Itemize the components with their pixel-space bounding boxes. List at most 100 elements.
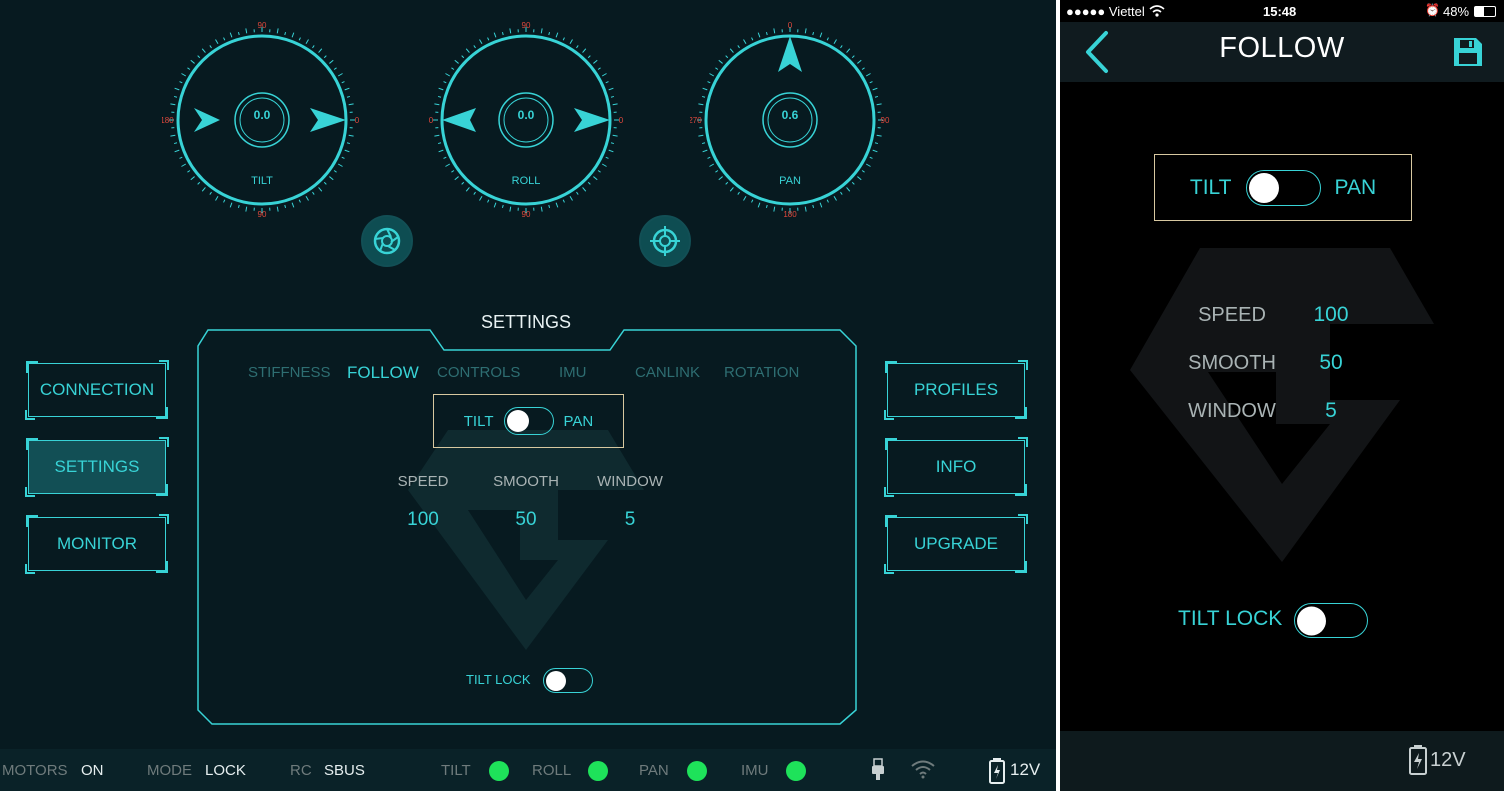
dial-tick <box>608 87 614 91</box>
dial-tick <box>479 39 483 45</box>
roll-dial-label: ROLL <box>511 175 541 187</box>
aperture-button[interactable] <box>361 215 413 267</box>
dial-tick <box>773 206 776 212</box>
motors-label: MOTORS <box>2 762 68 779</box>
dial-tick <box>179 81 183 84</box>
connection-button[interactable]: CONNECTION <box>25 360 169 420</box>
dial-tick <box>601 163 607 167</box>
dial-tick <box>209 191 212 195</box>
motors-value[interactable]: ON <box>81 762 104 779</box>
dial-tick <box>197 55 201 59</box>
dial-tick <box>765 31 768 36</box>
dial-tick <box>737 191 740 195</box>
info-button[interactable]: INFO <box>884 437 1028 497</box>
dial-tick <box>434 134 440 137</box>
dial-tick <box>174 149 180 153</box>
smooth-label: SMOOTH <box>1188 352 1276 374</box>
dial-tick <box>562 199 565 203</box>
axis-toggle-right-label: PAN <box>1334 175 1377 199</box>
dial-tick <box>840 45 843 49</box>
axis-toggle-switch[interactable] <box>1245 169 1321 206</box>
smooth-value[interactable]: 50 <box>1291 351 1371 375</box>
dial-tick <box>170 103 176 106</box>
tab-rotation[interactable]: ROTATION <box>724 364 799 381</box>
dial-tick <box>576 191 579 195</box>
dial-tick <box>348 134 354 137</box>
connection-label: CONNECTION <box>39 380 155 399</box>
dial-cardinal-label: 90 <box>881 116 890 125</box>
profiles-label: PROFILES <box>913 380 999 399</box>
tab-follow[interactable]: FOLLOW <box>347 363 419 383</box>
tab-stiffness[interactable]: STIFFNESS <box>248 364 331 381</box>
dial-tick <box>190 59 195 64</box>
dial-tick <box>501 31 504 36</box>
window-value[interactable]: 5 <box>1291 399 1371 423</box>
dial-tick <box>555 32 559 38</box>
dial-cardinal-label: 90 <box>258 210 267 219</box>
dial-tick <box>509 28 512 34</box>
dial-tick <box>826 37 829 41</box>
roll-dial-value: 0.0 <box>517 108 535 122</box>
dial-tick <box>869 81 873 84</box>
tilt-lock-switch[interactable] <box>1294 603 1368 638</box>
target-button[interactable] <box>639 215 691 267</box>
tilt-dial: 90 90 180 0 0.0 TILT <box>162 20 362 220</box>
dial-tick <box>201 187 206 192</box>
dial-tick <box>438 87 444 91</box>
window-value[interactable]: 5 <box>580 509 680 531</box>
dial-tick <box>874 142 879 145</box>
tablet-screen: 90 90 180 0 0.0 TILT 90 90 0 0 0.0 ROLL 0 180 27… <box>0 0 1056 791</box>
dial-tick <box>276 206 279 212</box>
back-arrow-icon[interactable] <box>1082 30 1112 74</box>
tilt-lock-label: TILT LOCK <box>1178 607 1283 630</box>
dial-tick <box>454 59 459 64</box>
tab-imu[interactable]: IMU <box>559 364 587 381</box>
upgrade-button[interactable]: UPGRADE <box>884 514 1028 574</box>
dial-tick <box>737 45 740 49</box>
smooth-value[interactable]: 50 <box>476 509 576 531</box>
dial-tick <box>587 55 591 59</box>
dial-tick <box>209 45 212 49</box>
dial-tick <box>305 195 309 201</box>
dial-tick <box>804 206 807 212</box>
mode-value[interactable]: LOCK <box>205 762 246 779</box>
dial-tick <box>229 32 233 38</box>
dial-tick <box>344 149 350 153</box>
dial-tick <box>197 181 201 185</box>
monitor-button[interactable]: MONITOR <box>25 514 169 574</box>
pan-dial-label: PAN <box>779 175 801 187</box>
dial-tick <box>318 187 323 192</box>
dial-tick <box>461 55 465 59</box>
tab-canlink[interactable]: CANLINK <box>635 364 700 381</box>
dial-tick <box>725 181 729 185</box>
dial-tick <box>569 195 573 201</box>
settings-button[interactable]: SETTINGS <box>25 437 169 497</box>
tab-controls[interactable]: CONTROLS <box>437 364 520 381</box>
battery-icon <box>1409 745 1427 775</box>
axis-toggle-group: TILT PAN <box>1154 154 1412 221</box>
imu-indicator-label: IMU <box>741 762 769 779</box>
profiles-button[interactable]: PROFILES <box>884 360 1028 420</box>
dial-tick <box>223 199 226 203</box>
dial-tick <box>872 87 878 91</box>
axis-toggle-switch[interactable] <box>503 407 554 435</box>
dial-tick <box>773 28 776 34</box>
dial-tick <box>237 204 240 209</box>
tilt-lock-switch[interactable] <box>543 668 593 693</box>
speed-value[interactable]: 100 <box>373 509 473 531</box>
dial-tick <box>751 199 754 203</box>
dial-tick <box>291 32 295 38</box>
dial-tick <box>702 87 708 91</box>
dial-tick <box>190 176 195 181</box>
dial-tick <box>826 199 829 203</box>
dial-tick <box>861 67 865 70</box>
pan-heading-arrow-icon <box>778 36 802 72</box>
dial-tick <box>451 67 455 70</box>
save-icon[interactable] <box>1452 36 1484 68</box>
dial-tick <box>876 103 882 106</box>
speed-value[interactable]: 100 <box>1291 303 1371 327</box>
dial-tick <box>170 134 176 137</box>
toggle-knob <box>546 670 566 691</box>
dial-tick <box>215 195 219 201</box>
dial-tick <box>337 163 343 167</box>
